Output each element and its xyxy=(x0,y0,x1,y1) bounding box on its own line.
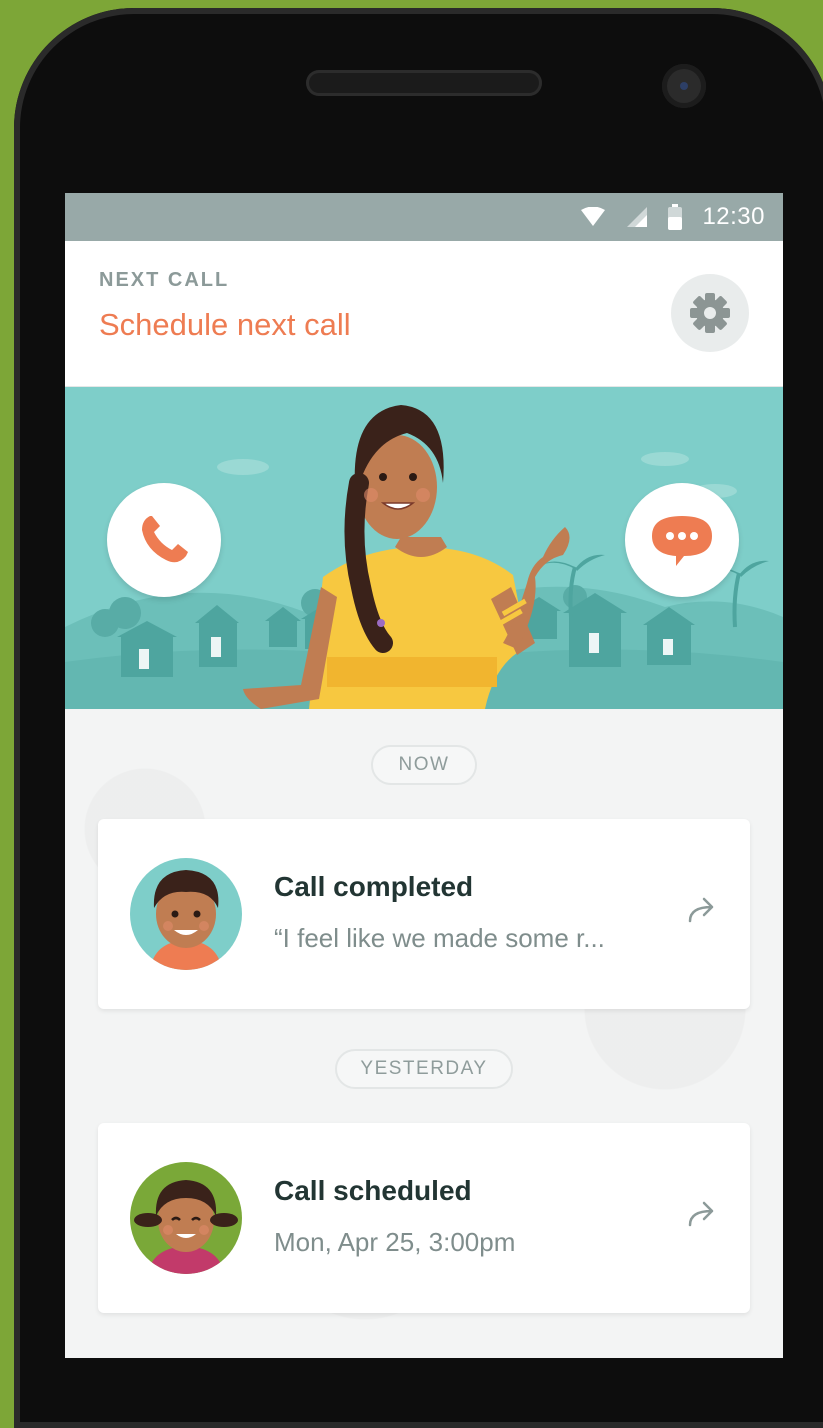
battery-icon xyxy=(668,204,683,230)
phone-speaker xyxy=(306,70,542,96)
hero-illustration xyxy=(65,387,783,709)
schedule-next-call-link[interactable]: Schedule next call xyxy=(99,307,351,343)
boy-avatar xyxy=(130,858,242,970)
share-arrow-icon xyxy=(688,897,714,923)
call-scheduled-card[interactable]: Call scheduled Mon, Apr 25, 3:00pm xyxy=(98,1123,750,1313)
phone-camera xyxy=(662,64,706,108)
card-title: Call scheduled xyxy=(274,1175,472,1206)
call-feed: NOW Call completed “I feel like we made … xyxy=(65,709,783,1358)
card-title: Call completed xyxy=(274,871,474,902)
next-call-label: NEXT CALL xyxy=(99,269,230,291)
card-subtitle: “I feel like we made some r... xyxy=(274,923,605,953)
chat-bubble-icon xyxy=(652,516,712,566)
phone-icon xyxy=(142,516,188,563)
section-label-now: NOW xyxy=(371,745,477,785)
settings-button[interactable] xyxy=(671,274,749,352)
call-button[interactable] xyxy=(107,483,221,597)
girl-avatar xyxy=(130,1162,242,1274)
signal-icon xyxy=(627,207,648,227)
call-completed-card[interactable]: Call completed “I feel like we made some… xyxy=(98,819,750,1009)
share-arrow-button[interactable] xyxy=(686,897,718,930)
status-time: 12:30 xyxy=(702,203,765,230)
next-call-header: NEXT CALL Schedule next call xyxy=(65,241,783,387)
message-button[interactable] xyxy=(625,483,739,597)
share-arrow-icon xyxy=(688,1201,714,1227)
section-label-yesterday: YESTERDAY xyxy=(335,1049,513,1089)
gear-icon xyxy=(690,293,730,333)
share-arrow-button[interactable] xyxy=(686,1201,718,1234)
card-subtitle: Mon, Apr 25, 3:00pm xyxy=(274,1227,516,1257)
status-bar: 12:30 xyxy=(65,193,783,241)
wifi-icon xyxy=(581,207,606,226)
app-screen: 12:30 NEXT CALL Schedule next call NOW C… xyxy=(65,193,783,1358)
